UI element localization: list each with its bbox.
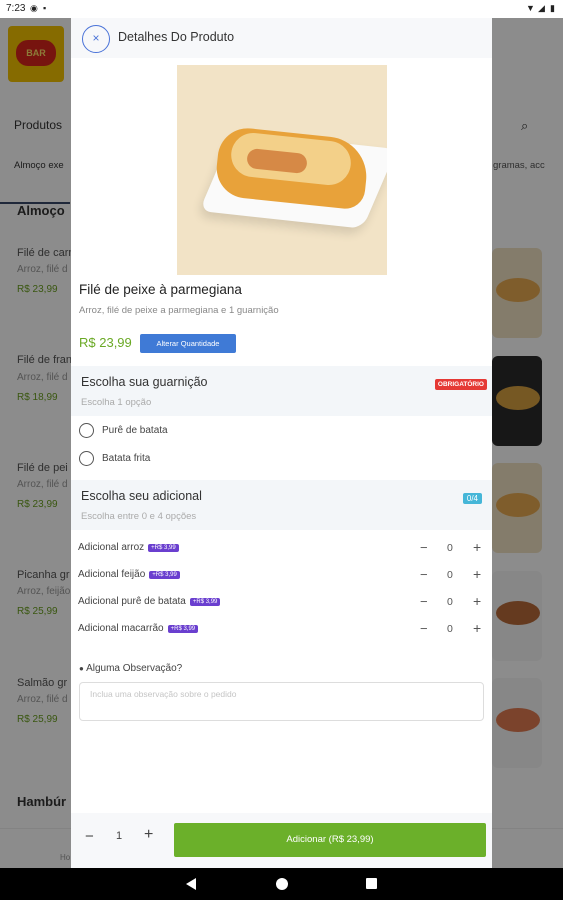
addon-quantity: 0 bbox=[447, 623, 453, 635]
status-bar: 7:23 ◉ ▪ ▼ ◢ ▮ bbox=[0, 0, 563, 18]
observation-input[interactable] bbox=[79, 682, 484, 721]
product-image bbox=[177, 65, 387, 275]
addon-price-badge: +R$ 3,99 bbox=[189, 598, 221, 606]
addon-row: Adicional purê de batata +R$ 3,99 − 0 + bbox=[78, 593, 488, 613]
wifi-icon: ▼ bbox=[526, 3, 535, 13]
product-name: Filé de peixe à parmegiana bbox=[79, 282, 242, 297]
addon-quantity: 0 bbox=[447, 569, 453, 581]
addon-plus-button[interactable]: + bbox=[473, 539, 481, 555]
recents-icon[interactable] bbox=[366, 878, 377, 889]
addon-label: Adicional feijão bbox=[78, 569, 146, 580]
back-icon[interactable] bbox=[186, 878, 196, 890]
sync-icon: ◉ bbox=[30, 3, 38, 13]
add-to-cart-button[interactable]: Adicionar (R$ 23,99) bbox=[174, 823, 486, 857]
radio-button[interactable] bbox=[79, 423, 94, 438]
garnish-option-label: Purê de batata bbox=[102, 425, 168, 436]
status-time: 7:23 bbox=[6, 3, 26, 14]
modal-header: × Detalhes Do Produto bbox=[71, 18, 492, 58]
addon-label: Adicional purê de batata bbox=[78, 596, 186, 607]
addon-plus-button[interactable]: + bbox=[473, 566, 481, 582]
observation-label-text: Alguma Observação? bbox=[86, 663, 183, 674]
addon-row: Adicional macarrão +R$ 3,99 − 0 + bbox=[78, 620, 488, 640]
sim-icon: ▪ bbox=[43, 3, 47, 13]
addon-minus-button[interactable]: − bbox=[420, 621, 428, 636]
product-price: R$ 23,99 bbox=[79, 335, 132, 350]
comment-icon: ● bbox=[79, 664, 84, 673]
observation-label: ● Alguma Observação? bbox=[79, 663, 182, 674]
system-nav-bar bbox=[0, 868, 563, 900]
addon-minus-button[interactable]: − bbox=[420, 594, 428, 609]
addon-plus-button[interactable]: + bbox=[473, 620, 481, 636]
addon-price-badge: +R$ 3,99 bbox=[167, 625, 199, 633]
addon-label: Adicional macarrão bbox=[78, 623, 164, 634]
addon-label: Adicional arroz bbox=[78, 542, 145, 553]
required-badge: OBRIGATÓRIO bbox=[434, 379, 487, 390]
garnish-title: Escolha sua guarnição bbox=[81, 375, 208, 389]
addon-minus-button[interactable]: − bbox=[420, 540, 428, 555]
addon-plus-button[interactable]: + bbox=[473, 593, 481, 609]
addons-count-badge: 0/4 bbox=[462, 493, 482, 504]
addon-quantity: 0 bbox=[447, 542, 453, 554]
addon-quantity: 0 bbox=[447, 596, 453, 608]
battery-icon: ▮ bbox=[550, 3, 555, 13]
garnish-option-label: Batata frita bbox=[102, 453, 151, 464]
signal-icon: ◢ bbox=[538, 3, 545, 13]
addon-row: Adicional arroz +R$ 3,99 − 0 + bbox=[78, 539, 488, 559]
garnish-option[interactable]: Batata frita bbox=[79, 449, 379, 469]
product-details-modal: × Detalhes Do Produto Filé de peixe à pa… bbox=[71, 18, 492, 868]
quantity-value: 1 bbox=[116, 830, 123, 842]
garnish-section-header: Escolha sua guarnição Escolha 1 opção OB… bbox=[71, 366, 492, 416]
addon-row: Adicional feijão +R$ 3,99 − 0 + bbox=[78, 566, 488, 586]
quantity-minus-button[interactable]: − bbox=[85, 828, 94, 845]
addons-subtitle: Escolha entre 0 e 4 opções bbox=[81, 511, 197, 522]
addon-price-badge: +R$ 3,99 bbox=[148, 544, 179, 552]
addons-section-header: Escolha seu adicional Escolha entre 0 e … bbox=[71, 480, 492, 530]
garnish-subtitle: Escolha 1 opção bbox=[81, 397, 152, 408]
quantity-plus-button[interactable]: + bbox=[144, 826, 153, 844]
addons-title: Escolha seu adicional bbox=[81, 489, 202, 503]
home-icon[interactable] bbox=[276, 878, 288, 890]
product-description: Arroz, filé de peixe a parmegiana e 1 gu… bbox=[79, 305, 279, 316]
modal-footer: − 1 + Adicionar (R$ 23,99) bbox=[71, 813, 492, 868]
change-quantity-button[interactable]: Alterar Quantidade bbox=[140, 334, 236, 353]
addon-minus-button[interactable]: − bbox=[420, 567, 428, 582]
garnish-option[interactable]: Purê de batata bbox=[79, 421, 379, 441]
close-button[interactable]: × bbox=[82, 25, 110, 53]
radio-button[interactable] bbox=[79, 451, 94, 466]
addon-price-badge: +R$ 3,99 bbox=[149, 571, 180, 579]
modal-title: Detalhes Do Produto bbox=[118, 30, 235, 44]
